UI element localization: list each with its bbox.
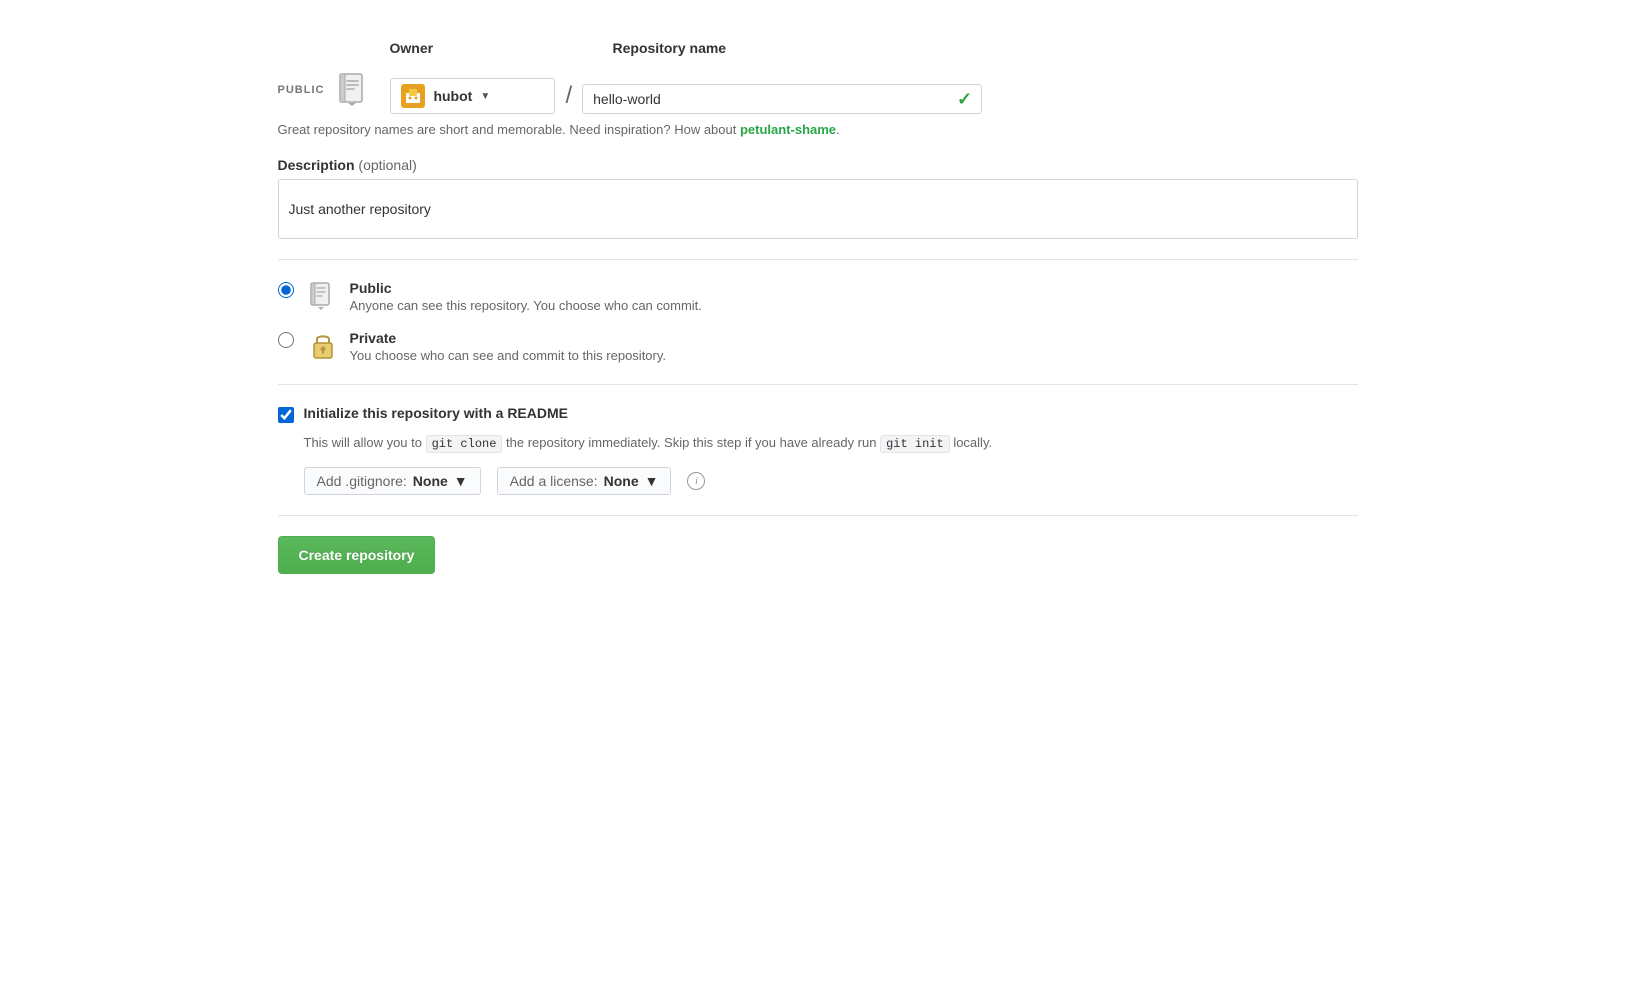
description-label: Description (optional) bbox=[278, 157, 1358, 173]
suggestion-suffix: . bbox=[836, 122, 840, 137]
init-desc-after: locally. bbox=[950, 435, 992, 450]
repo-book-icon bbox=[334, 70, 370, 110]
init-code-1: git clone bbox=[426, 435, 503, 453]
owner-label: Owner bbox=[390, 40, 575, 56]
public-radio[interactable] bbox=[278, 282, 294, 298]
dropdowns-row: Add .gitignore: None ▼ Add a license: No… bbox=[304, 467, 1358, 495]
license-info-icon[interactable]: i bbox=[687, 472, 705, 490]
repo-name-input[interactable] bbox=[582, 84, 982, 114]
license-dropdown[interactable]: Add a license: None ▼ bbox=[497, 467, 672, 495]
initialize-checkbox[interactable] bbox=[278, 407, 294, 423]
owner-name: hubot bbox=[433, 88, 472, 104]
page-container: Owner Repository name PUBLIC bbox=[218, 0, 1418, 614]
private-radio-wrap bbox=[278, 332, 294, 351]
description-optional-text: (optional) bbox=[358, 157, 416, 173]
public-option: Public Anyone can see this repository. Y… bbox=[278, 280, 1358, 314]
private-radio[interactable] bbox=[278, 332, 294, 348]
public-description: Anyone can see this repository. You choo… bbox=[350, 298, 702, 313]
public-title: Public bbox=[350, 280, 702, 296]
chevron-down-icon: ▼ bbox=[480, 91, 490, 102]
private-description: You choose who can see and commit to thi… bbox=[350, 348, 667, 363]
license-value: None bbox=[604, 473, 639, 489]
description-input[interactable] bbox=[278, 179, 1358, 239]
divider-2 bbox=[278, 384, 1358, 385]
init-desc-before: This will allow you to bbox=[304, 435, 426, 450]
initialize-section: Initialize this repository with a README… bbox=[278, 405, 1358, 495]
init-row: Initialize this repository with a README bbox=[278, 405, 1358, 423]
visibility-section: Public Anyone can see this repository. Y… bbox=[278, 280, 1358, 364]
public-text: PUBLIC bbox=[278, 84, 325, 96]
license-chevron-icon: ▼ bbox=[645, 473, 659, 489]
private-visibility-text: Private You choose who can see and commi… bbox=[350, 330, 667, 363]
repo-name-label: Repository name bbox=[613, 40, 727, 56]
owner-avatar bbox=[401, 84, 425, 108]
create-repository-button[interactable]: Create repository bbox=[278, 536, 436, 574]
valid-checkmark-icon: ✓ bbox=[957, 89, 972, 110]
suggestion-link[interactable]: petulant-shame bbox=[740, 122, 836, 137]
repo-name-input-wrap: ✓ bbox=[582, 84, 982, 114]
public-badge: PUBLIC bbox=[278, 70, 371, 114]
init-code-2: git init bbox=[880, 435, 950, 453]
public-repo-icon bbox=[306, 278, 338, 314]
gitignore-value: None bbox=[413, 473, 448, 489]
owner-repo-row: PUBLIC bbox=[278, 70, 1358, 114]
init-desc-middle: the repository immediately. Skip this st… bbox=[502, 435, 880, 450]
suggestion-text: Great repository names are short and mem… bbox=[278, 122, 1358, 137]
public-radio-wrap bbox=[278, 282, 294, 301]
gitignore-chevron-icon: ▼ bbox=[454, 473, 468, 489]
initialize-description: This will allow you to git clone the rep… bbox=[304, 433, 1358, 453]
private-option: Private You choose who can see and commi… bbox=[278, 330, 1358, 364]
description-label-text: Description bbox=[278, 157, 355, 173]
public-visibility-text: Public Anyone can see this repository. Y… bbox=[350, 280, 702, 313]
slash-separator: / bbox=[565, 84, 572, 114]
initialize-label: Initialize this repository with a README bbox=[304, 405, 568, 421]
license-label: Add a license: bbox=[510, 473, 598, 489]
private-lock-icon bbox=[306, 328, 338, 364]
suggestion-prefix: Great repository names are short and mem… bbox=[278, 122, 740, 137]
divider-1 bbox=[278, 259, 1358, 260]
description-section: Description (optional) bbox=[278, 157, 1358, 239]
labels-row: Owner Repository name bbox=[278, 40, 1358, 62]
gitignore-label: Add .gitignore: bbox=[317, 473, 407, 489]
private-title: Private bbox=[350, 330, 667, 346]
spacer bbox=[278, 40, 334, 62]
divider-3 bbox=[278, 515, 1358, 516]
owner-selector[interactable]: hubot ▼ bbox=[390, 78, 555, 114]
gitignore-dropdown[interactable]: Add .gitignore: None ▼ bbox=[304, 467, 481, 495]
